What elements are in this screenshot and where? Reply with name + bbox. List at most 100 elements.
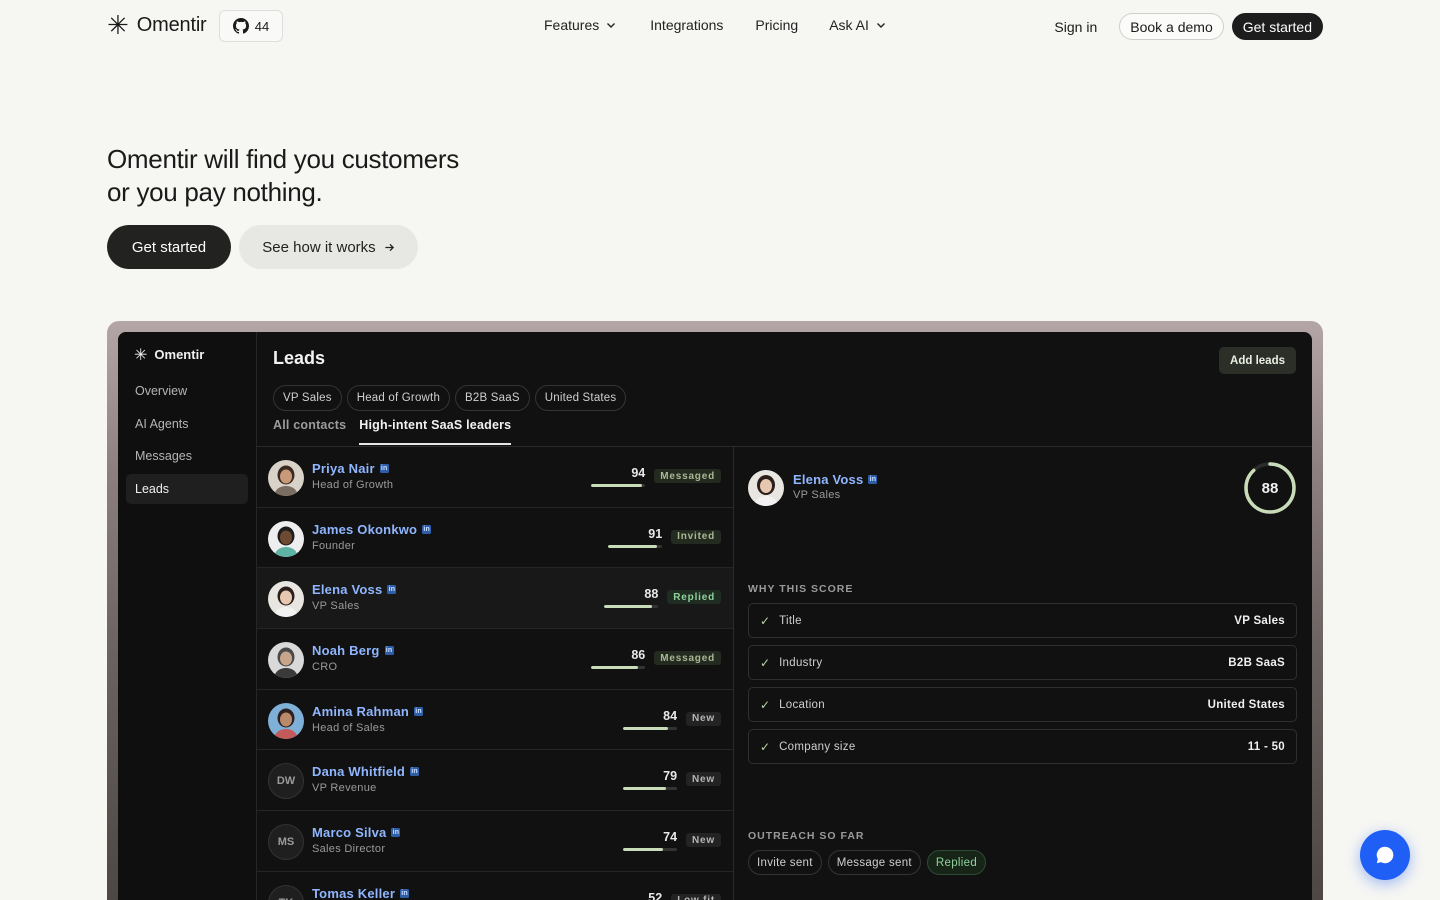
lead-name-text: Tomas Keller [312, 885, 396, 900]
status-badge: Messaged [654, 651, 721, 666]
lead-name-text: Noah Berg [312, 643, 380, 659]
person-photo-icon [268, 702, 304, 739]
lead-role: Head of Sales [312, 721, 385, 734]
score-bar-fill [623, 787, 666, 791]
nav-integrations[interactable]: Integrations [650, 17, 723, 33]
chevron-down-icon [607, 23, 616, 28]
table-row[interactable]: Elena Voss in VP Sales 88 Replied [257, 568, 733, 630]
hero-get-started-button[interactable]: Get started [107, 225, 231, 269]
hero-title-line-2: or you pay nothing. [107, 177, 323, 207]
lead-name[interactable]: Dana Whitfield in [312, 764, 420, 779]
status-badge: New [686, 833, 721, 848]
table-row[interactable]: TK Tomas Keller in 52 Low fit [257, 872, 733, 900]
brand-name: Omentir [136, 14, 207, 36]
table-row[interactable]: James Okonkwo in Founder 91 Invited [257, 508, 733, 569]
score-bar [591, 484, 646, 487]
sidebar-item-overview[interactable]: Overview [126, 376, 248, 406]
nav-pricing[interactable]: Pricing [755, 17, 798, 33]
status-badge: New [686, 772, 721, 787]
avatar [268, 581, 304, 618]
lead-role: Head of Growth [312, 479, 394, 491]
filter-chip[interactable]: United States [534, 385, 627, 411]
book-demo-button[interactable]: Book a demo [1119, 13, 1224, 40]
linkedin-icon[interactable]: in [410, 767, 420, 777]
linkedin-icon[interactable]: in [422, 524, 432, 534]
lead-name[interactable]: Marco Silva in [312, 825, 401, 841]
check-icon: ✓ [760, 613, 771, 628]
tab-high-intent-saas-leaders[interactable]: High-intent SaaS leaders [359, 418, 512, 445]
add-leads-button[interactable]: Add leads [1219, 347, 1296, 374]
github-stars-button[interactable]: 44 [219, 10, 283, 42]
linkedin-icon[interactable]: in [391, 828, 401, 838]
app-brand-name: Omentir [154, 347, 205, 362]
page-title: Leads [273, 348, 326, 368]
criteria-row: ✓ Title VP Sales [748, 603, 1297, 638]
score-value: 52 [648, 890, 663, 900]
score-value: 74 [663, 830, 678, 845]
app-window: ✳ Omentir Overview AI Agents Messages Leads… [118, 332, 1312, 900]
score-value: 91 [648, 526, 663, 541]
nav-features[interactable]: Features [544, 17, 617, 33]
filter-chip[interactable]: VP Sales [273, 385, 342, 411]
score-column: 52 [608, 891, 662, 900]
nav-ask-ai[interactable]: Ask AI [829, 17, 887, 33]
brand-logo[interactable]: ✳ Omentir [107, 13, 207, 39]
lead-list: Priya Nair in Head of Growth 94 Messaged Jame… [257, 447, 734, 900]
lead-role: Founder [312, 539, 356, 552]
lead-name[interactable]: Elena Voss in [312, 582, 397, 597]
score-column: 84 [623, 709, 678, 730]
table-row[interactable]: Priya Nair in Head of Growth 94 Messaged [257, 447, 733, 508]
score-column: 79 [623, 769, 678, 791]
lead-name[interactable]: Tomas Keller in [312, 885, 410, 900]
person-photo-icon [748, 470, 784, 506]
github-icon [232, 18, 249, 34]
score-value: 88 [644, 587, 659, 602]
sidebar-item-ai-agents[interactable]: AI Agents [126, 409, 248, 439]
filter-chip[interactable]: B2B SaaS [455, 385, 530, 411]
lead-role: VP Revenue [312, 782, 377, 795]
table-row[interactable]: DW Dana Whitfield in VP Revenue 79 New [257, 750, 733, 812]
lead-name[interactable]: Priya Nair in [312, 461, 389, 476]
score-value: 79 [663, 769, 678, 784]
lead-name[interactable]: Noah Berg in [312, 643, 394, 658]
avatar [268, 460, 304, 496]
avatar [268, 702, 304, 739]
lead-name[interactable]: Amina Rahman in [312, 703, 424, 719]
linkedin-icon[interactable]: in [414, 706, 424, 716]
sign-in-link[interactable]: Sign in [1054, 19, 1097, 35]
asterisk-logo-icon: ✳ [134, 345, 148, 364]
tab-all-contacts[interactable]: All contacts [273, 418, 346, 445]
see-how-it-works-button[interactable]: See how it works [239, 225, 418, 269]
score-column: 74 [623, 830, 678, 852]
score-bar-fill [608, 544, 658, 548]
table-row[interactable]: Amina Rahman in Head of Sales 84 New [257, 690, 733, 751]
lead-name-text: Amina Rahman [312, 703, 410, 719]
lead-score: 94 Messaged [591, 466, 721, 487]
nav-actions: Sign in Book a demo Get started [1054, 13, 1323, 40]
linkedin-icon[interactable]: in [868, 475, 878, 484]
outreach-label: OUTREACH SO FAR [748, 830, 865, 842]
sidebar-item-messages[interactable]: Messages [126, 441, 248, 471]
filter-chips: VP Sales Head of Growth B2B SaaS United Sta… [273, 385, 627, 411]
get-started-nav-button[interactable]: Get started [1231, 13, 1323, 40]
score-column: 94 [591, 466, 646, 487]
chat-support-button[interactable] [1360, 830, 1410, 880]
lead-score: 79 New [623, 769, 721, 791]
linkedin-icon[interactable]: in [384, 646, 394, 656]
linkedin-icon[interactable]: in [400, 888, 410, 898]
sidebar-item-leads[interactable]: Leads [126, 473, 248, 504]
hero-title: Omentir will find you customers or you p… [107, 143, 459, 209]
table-row[interactable]: Noah Berg in CRO 86 Messaged [257, 629, 733, 690]
lead-name[interactable]: James Okonkwo in [312, 522, 432, 537]
criteria-row: ✓ Location United States [748, 687, 1297, 722]
linkedin-icon[interactable]: in [387, 585, 397, 595]
score-bar-fill [604, 605, 652, 609]
check-icon: ✓ [760, 739, 771, 754]
filter-chip[interactable]: Head of Growth [346, 385, 451, 411]
lead-name-text: Marco Silva [312, 825, 387, 841]
table-row[interactable]: MS Marco Silva in Sales Director 74 New [257, 811, 733, 872]
avatar [748, 470, 784, 506]
linkedin-icon[interactable]: in [379, 464, 389, 473]
nav-features-label: Features [544, 17, 600, 33]
detail-lead-name[interactable]: Elena Voss in [793, 472, 878, 487]
